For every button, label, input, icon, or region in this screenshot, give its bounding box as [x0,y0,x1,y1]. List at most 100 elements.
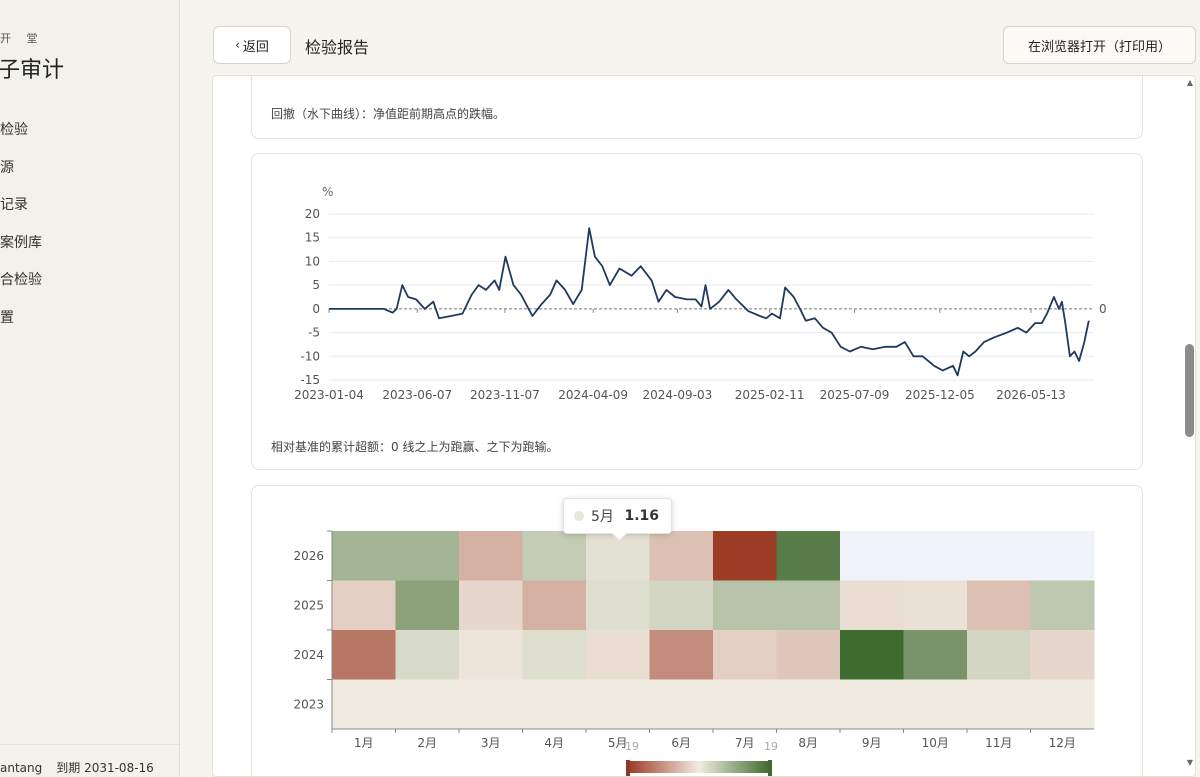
x-tick-label: 2025-12-05 [905,388,975,402]
y-axis-unit: % [322,185,333,199]
heatmap-cell [713,679,777,730]
drawdown-card: 回撤（水下曲线）：净值距前期高点的跌幅。 [251,76,1143,139]
heatmap-cell [840,679,904,730]
expiry-date: 到期 2031-08-16 [56,761,154,775]
page-title: 检验报告 [305,38,370,57]
y-tick-label: 10 [305,254,320,268]
monthly-heatmap: 20262025202420231月 2月 3月 4月 5月 6月 7月 8月 9月 10月 11月… [293,530,1095,776]
heatmap-cell [332,580,396,631]
scrollbar-thumb[interactable] [1185,344,1194,437]
y-tick-label: 15 [305,231,320,245]
heatmap-cell [395,630,460,680]
excess-return-chart: %20 15 10 5 0 -5 -10 -15 0 2023-01-04 2023-06-07 20… [294,185,1107,402]
heatmap-cell [713,580,777,631]
heatmap-cell [586,580,650,631]
x-tick-label: 2023-06-07 [382,388,452,402]
y-tick-label: -15 [300,373,320,387]
x-tick-label: 2023-11-07 [470,388,540,402]
heatmap-x-label: 8月 [798,736,818,750]
heatmap-cell [395,580,460,631]
heatmap-cell [840,580,904,631]
heatmap-cell [522,630,587,680]
heatmap-cell [776,580,841,631]
sidebar-item-6[interactable]: 置 [0,306,42,344]
sidebar-item-4[interactable]: 案例库 [0,231,42,269]
excess-note: 相对基准的累计超额：0 线之上为跑赢、之下为跑输。 [271,440,559,454]
x-tick-label: 2026-05-13 [996,388,1066,402]
scroll-up-arrow-icon[interactable]: ▲ [1184,76,1196,90]
heatmap-cell [395,531,460,581]
heatmap-cell [459,580,523,631]
x-tick-label: 2025-07-09 [820,388,890,402]
heatmap-x-label: 9月 [862,736,882,750]
heatmap-cell [649,531,714,581]
heatmap-y-label: 2025 [293,598,324,612]
top-bar: ‹ 返回 检验报告 在浏览器打开（打印用） [181,0,1200,75]
y-tick-label: -5 [308,326,320,340]
heatmap-x-label: 3月 [481,736,501,750]
heatmap-cell [903,630,968,680]
visual-map-handle-left [626,760,630,776]
heatmap-cell [967,580,1031,631]
heatmap-cell [903,531,968,581]
drawdown-note: 回撤（水下曲线）：净值距前期高点的跌幅。 [271,107,506,121]
username: antang [0,761,43,775]
heatmap-cell [649,630,714,680]
tooltip-value: 1.16 [624,508,659,524]
sidebar-nav: 检验 源 记录 案例库 合检验 置 [0,118,42,343]
brand-subtitle: 开 堂 [0,32,44,45]
x-tick-label: 2023-01-04 [294,388,364,402]
visual-map-max-label: 19 [764,740,778,753]
y-tick-label: 0 [312,302,320,316]
heatmap-x-label: 6月 [671,736,691,750]
heatmap-cell [903,679,968,730]
sidebar: 开 堂 子审计 检验 源 记录 案例库 合检验 置 antang 到期 2031-… [0,0,180,777]
x-tick-label: 2025-02-11 [735,388,805,402]
excess-return-card: % 20 15 10 5 0 -5 -10 -15 0 2023-01-04 2023-06-07 20… [251,153,1143,470]
heatmap-cell [586,630,650,680]
heatmap-y-label: 2024 [293,648,324,662]
heatmap-cell [776,679,841,730]
heatmap-y-label: 2023 [293,697,324,711]
heatmap-cell [1030,679,1095,730]
brand-title: 子审计 [0,58,65,83]
heatmap-cell [1030,630,1095,680]
heatmap-x-label: 4月 [544,736,564,750]
heatmap-cell [840,531,904,581]
y-tick-label: -10 [300,349,320,363]
y-tick-label: 5 [312,278,320,292]
heatmap-cell [395,679,460,730]
heatmap-x-label: 11月 [985,736,1012,750]
heatmap-cell [840,630,904,680]
heatmap-y-label: 2026 [293,549,324,563]
heatmap-cell [332,531,396,581]
heatmap-cell [522,679,587,730]
heatmap-cell [459,679,523,730]
heatmap-cell [522,580,587,631]
tooltip-label: 5月 [591,509,614,525]
heatmap-cell [586,679,650,730]
heatmap-x-label: 1月 [354,736,374,750]
x-tick-label: 2024-04-09 [558,388,628,402]
excess-return-line [329,227,1090,377]
x-tick-label: 2024-09-03 [643,388,713,402]
open-in-browser-button[interactable]: 在浏览器打开（打印用） [1003,26,1196,64]
sidebar-item-3[interactable]: 记录 [0,193,42,231]
heatmap-cell [332,679,396,730]
heatmap-tooltip: 5月 1.16 [563,498,672,534]
heatmap-cell [713,630,777,680]
user-info: antang 到期 2031-08-16 [0,744,179,776]
heatmap-cell [459,630,523,680]
report-panel: 回撤（水下曲线）：净值距前期高点的跌幅。 % 20 15 10 5 0 -5 -10 -15 0 2… [212,75,1196,777]
heatmap-x-label: 2月 [417,736,437,750]
sidebar-item-1[interactable]: 检验 [0,118,42,156]
back-button[interactable]: ‹ 返回 [213,26,291,64]
sidebar-item-2[interactable]: 源 [0,156,42,194]
scroll-down-arrow-icon[interactable]: ▼ [1184,756,1196,770]
scrollbar[interactable]: ▲ ▼ [1184,76,1196,776]
heatmap-cell [459,531,523,581]
tooltip-dot-icon [574,511,584,521]
chevron-left-icon: ‹ [235,38,240,52]
sidebar-item-5[interactable]: 合检验 [0,268,42,306]
open-in-browser-label: 在浏览器打开（打印用） [1027,39,1171,55]
